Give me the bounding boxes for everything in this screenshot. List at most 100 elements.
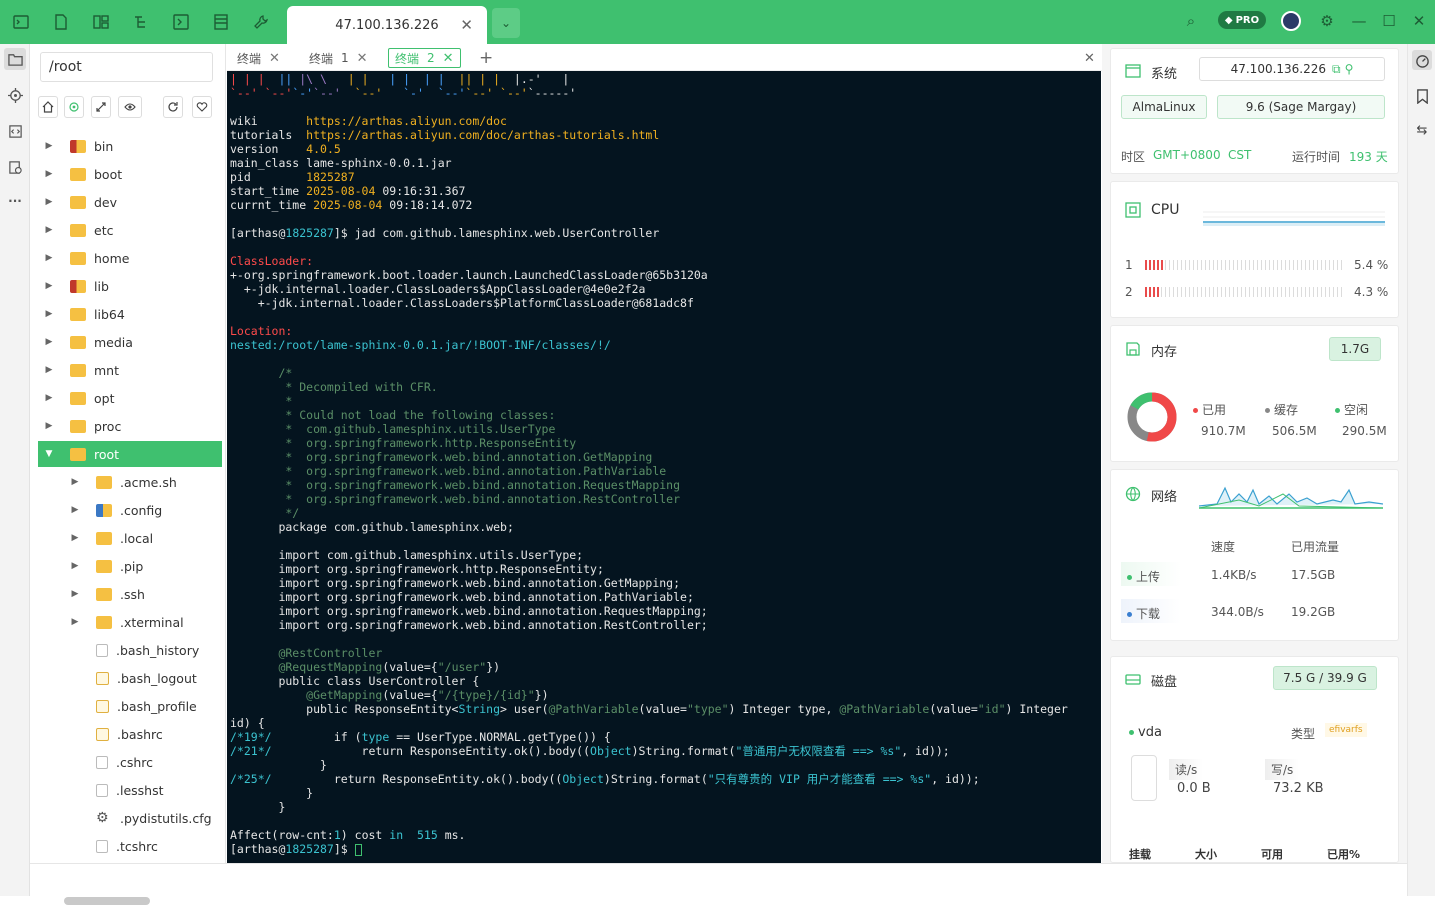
ip-pill[interactable]: 47.100.136.226 ⧉ ⚲ [1199,57,1385,81]
close-panel-icon[interactable]: ✕ [1084,48,1095,68]
caret-right-icon[interactable]: ▶ [68,505,82,515]
tree-item[interactable]: ▶ .ssh [38,581,222,607]
home-icon[interactable] [38,96,58,118]
caret-right-icon[interactable]: ▶ [42,393,56,403]
wrench-icon[interactable] [251,12,271,32]
terminal-line: * org.springframework.web.bind.annotatio… [230,478,1098,492]
history-icon[interactable] [4,156,26,178]
tree-item[interactable]: ▶ lib [38,273,222,299]
search-icon[interactable]: ⌕ [1180,10,1202,32]
folder-icon [70,139,86,153]
console-icon[interactable] [171,12,191,32]
close-icon[interactable]: ✕ [460,16,473,34]
terminal-tab[interactable]: 终端 ✕ [237,48,280,68]
more-icon[interactable]: ··· [4,190,26,212]
caret-right-icon[interactable]: ▶ [68,533,82,543]
tree-item[interactable]: ▶ .pip [38,553,222,579]
tree-item[interactable]: ▶ opt [38,385,222,411]
tree-item[interactable]: ▶ lib64 [38,301,222,327]
caret-right-icon[interactable]: ▶ [68,477,82,487]
copy-icon[interactable]: ⧉ [1332,62,1341,77]
caret-right-icon[interactable]: ▶ [42,197,56,207]
tree-item[interactable]: ▼ root [38,441,222,467]
caret-right-icon[interactable]: ▶ [42,365,56,375]
tree-icon[interactable] [131,12,151,32]
terminal-output[interactable]: | | | || |\ \ | | | | | | || | | |.-' | `… [227,71,1101,863]
caret-right-icon[interactable]: ▶ [68,589,82,599]
caret-right-icon[interactable]: ▶ [42,421,56,431]
tree-item[interactable]: ▶ home [38,245,222,271]
eye-icon[interactable] [118,96,142,118]
terminal-icon[interactable] [11,12,31,32]
terminal-segment: public ResponseEntity< [230,702,459,716]
swap-icon[interactable]: ⇆ [1412,120,1432,140]
caret-right-icon[interactable]: ▶ [42,253,56,263]
session-tab[interactable]: 47.100.136.226 ✕ [287,6,487,44]
avatar[interactable] [1280,10,1302,32]
tree-item[interactable]: ▶ .acme.sh [38,469,222,495]
terminal-tab[interactable]: 终端 1 ✕ [309,48,368,68]
link-icon[interactable]: ⚲ [1345,62,1354,76]
code-icon[interactable] [4,120,26,142]
caret-right-icon[interactable]: ▶ [42,141,56,151]
tree-item[interactable]: ⚙ .pydistutils.cfg [38,805,222,831]
caret-right-icon[interactable]: ▶ [68,617,82,627]
terminal-tab-active[interactable]: 终端 2 ✕ [388,48,461,68]
caret-right-icon[interactable]: ▶ [42,169,56,179]
folder-icon[interactable] [4,48,26,70]
pro-badge[interactable]: ◆ PRO [1218,11,1266,29]
caret-right-icon[interactable]: ▶ [42,225,56,235]
target-icon[interactable] [4,84,26,106]
layout-icon[interactable] [91,12,111,32]
tree-item[interactable]: ▶ boot [38,161,222,187]
tree-item[interactable]: .cshrc [38,749,222,775]
terminal-segment: 09:18:14.072 [389,198,473,212]
tree-item[interactable]: ▶ proc [38,413,222,439]
tree-item[interactable]: .bash_history [38,637,222,663]
path-input[interactable] [40,52,213,82]
refresh-icon[interactable] [163,96,183,118]
expand-icon[interactable] [91,96,111,118]
horizontal-scrollbar[interactable] [64,897,150,905]
tree-item[interactable]: .bash_profile [38,693,222,719]
save-icon [1125,341,1141,356]
tree-item[interactable]: ▶ .config [38,497,222,523]
tree-item[interactable]: ▶ media [38,329,222,355]
window-close-icon[interactable]: ✕ [1408,10,1430,32]
close-icon[interactable]: ✕ [269,51,280,66]
minimize-icon[interactable]: — [1348,10,1370,32]
chevron-down-icon[interactable]: ⌄ [492,8,520,38]
os-version-pill: 9.6 (Sage Margay) [1217,95,1385,119]
close-icon[interactable]: ✕ [443,51,454,66]
tree-item[interactable]: ▶ mnt [38,357,222,383]
table-icon[interactable] [211,12,231,32]
caret-right-icon[interactable]: ▶ [68,561,82,571]
file-icon[interactable] [51,12,71,32]
terminal-segment: `-' `--' [403,86,466,100]
maximize-icon[interactable]: ☐ [1378,10,1400,32]
terminal-segment: == UserType.NORMAL.getType()) { [389,730,611,744]
heart-icon[interactable] [192,96,212,118]
disk-col-used: 已用% [1327,848,1361,861]
tree-item[interactable]: .bashrc [38,721,222,747]
tree-item[interactable]: ▶ bin [38,133,222,159]
tree-item[interactable]: .lesshst [38,777,222,803]
tree-item[interactable]: ▶ etc [38,217,222,243]
bookmark-icon[interactable] [1412,86,1432,106]
tree-item[interactable]: .bash_logout [38,665,222,691]
caret-down-icon[interactable]: ▼ [42,449,56,459]
locate-icon[interactable] [64,96,84,118]
tree-item[interactable]: ▶ .xterminal [38,609,222,635]
close-icon[interactable]: ✕ [357,51,368,66]
add-tab-icon[interactable]: + [479,48,493,68]
caret-right-icon[interactable]: ▶ [42,281,56,291]
caret-right-icon[interactable]: ▶ [42,309,56,319]
caret-right-icon[interactable]: ▶ [42,337,56,347]
dashboard-icon[interactable] [1412,50,1432,70]
tree-item[interactable]: .tcshrc [38,833,222,859]
settings-icon[interactable]: ⚙ [1316,10,1338,32]
tree-item[interactable]: ▶ .local [38,525,222,551]
tree-item[interactable]: ▶ dev [38,189,222,215]
terminal-segment: |.-' | [513,72,570,86]
disk-gauge [1131,755,1157,801]
